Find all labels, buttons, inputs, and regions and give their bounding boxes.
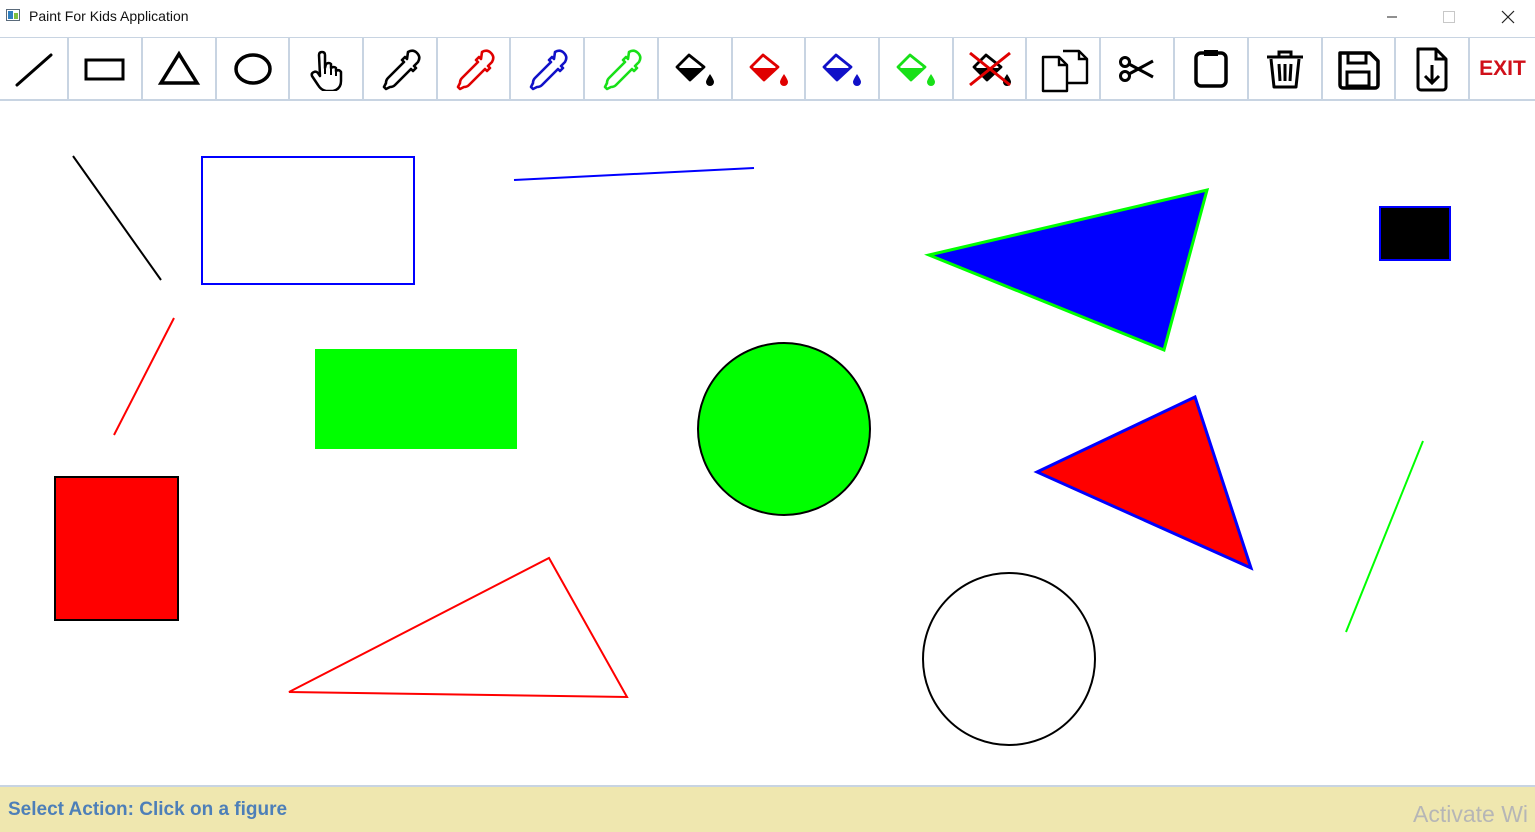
fill-color-blue[interactable] <box>806 38 880 99</box>
eyedropper-icon <box>456 48 495 90</box>
file-download-icon <box>1416 47 1448 91</box>
circle-icon <box>233 52 272 85</box>
hand-pointer-icon <box>310 50 343 91</box>
status-bar: Select Action: Click on a figure Activat… <box>0 785 1535 832</box>
drawing-canvas[interactable] <box>0 101 1535 785</box>
minimize-button[interactable] <box>1369 0 1415 34</box>
canvas-figures <box>54 155 1451 746</box>
fill-color-green[interactable] <box>880 38 954 99</box>
close-button[interactable] <box>1485 0 1531 34</box>
no-fill-tool[interactable] <box>954 38 1027 99</box>
minimize-icon <box>1387 16 1397 18</box>
status-message: Select Action: Click on a figure <box>8 799 288 820</box>
rectangle-icon <box>84 58 125 80</box>
draw-circle-tool[interactable] <box>217 38 290 99</box>
pen-color-blue[interactable] <box>511 38 585 99</box>
eyedropper-icon <box>603 48 642 90</box>
draw-line-tool[interactable] <box>0 38 69 99</box>
figure-line-black[interactable] <box>72 155 162 281</box>
figure-triangle-blue-fill[interactable] <box>924 187 1210 353</box>
clipboard-icon <box>1194 49 1228 88</box>
floppy-disk-icon <box>1337 50 1380 90</box>
figure-rectangle-red-fill[interactable] <box>54 476 179 621</box>
draw-triangle-tool[interactable] <box>143 38 217 99</box>
cut-tool[interactable] <box>1101 38 1175 99</box>
figure-line-red[interactable] <box>113 317 175 436</box>
select-tool[interactable] <box>290 38 364 99</box>
paint-bucket-icon <box>675 53 714 86</box>
paste-tool[interactable] <box>1175 38 1249 99</box>
maximize-button[interactable] <box>1426 0 1472 34</box>
title-bar: Paint For Kids Application <box>0 0 1535 34</box>
fill-color-red[interactable] <box>733 38 806 99</box>
load-tool[interactable] <box>1396 38 1470 99</box>
draw-rectangle-tool[interactable] <box>69 38 143 99</box>
pen-color-red[interactable] <box>438 38 511 99</box>
figure-circle-black-outline[interactable] <box>922 572 1096 746</box>
fill-color-black[interactable] <box>659 38 733 99</box>
exit-label: EXIT <box>1479 56 1526 80</box>
pen-color-black[interactable] <box>364 38 438 99</box>
maximize-icon <box>1443 11 1455 23</box>
figure-triangle-red-outline[interactable] <box>288 556 629 699</box>
triangle-icon <box>157 50 201 85</box>
eyedropper-icon <box>529 48 568 90</box>
delete-tool[interactable] <box>1249 38 1323 99</box>
paint-bucket-icon <box>822 53 861 86</box>
no-fill-icon <box>968 51 1011 86</box>
eyedropper-icon <box>382 48 421 90</box>
activation-watermark: Activate Wi <box>1413 801 1529 827</box>
trash-icon <box>1267 50 1303 88</box>
scissors-icon <box>1119 55 1154 82</box>
close-icon <box>1501 10 1515 24</box>
copy-tool[interactable] <box>1027 38 1101 99</box>
exit-button[interactable]: EXIT <box>1470 38 1535 99</box>
toolbar: EXIT <box>0 37 1535 102</box>
window-title: Paint For Kids Application <box>29 8 189 24</box>
save-tool[interactable] <box>1323 38 1396 99</box>
figure-rectangle-blue-outline[interactable] <box>201 156 415 285</box>
figure-rectangle-black-fill[interactable] <box>1379 206 1451 261</box>
figure-line-green[interactable] <box>1345 440 1424 633</box>
paint-bucket-icon <box>896 53 935 86</box>
pen-color-green[interactable] <box>585 38 659 99</box>
app-icon <box>6 9 20 21</box>
paint-bucket-icon <box>749 53 788 86</box>
line-icon <box>15 53 52 86</box>
copy-icon <box>1041 49 1089 92</box>
figure-circle-green-fill[interactable] <box>697 342 871 516</box>
figure-rectangle-green-fill[interactable] <box>315 349 517 449</box>
figure-triangle-red-fill[interactable] <box>1033 394 1254 571</box>
figure-line-blue[interactable] <box>513 167 755 181</box>
